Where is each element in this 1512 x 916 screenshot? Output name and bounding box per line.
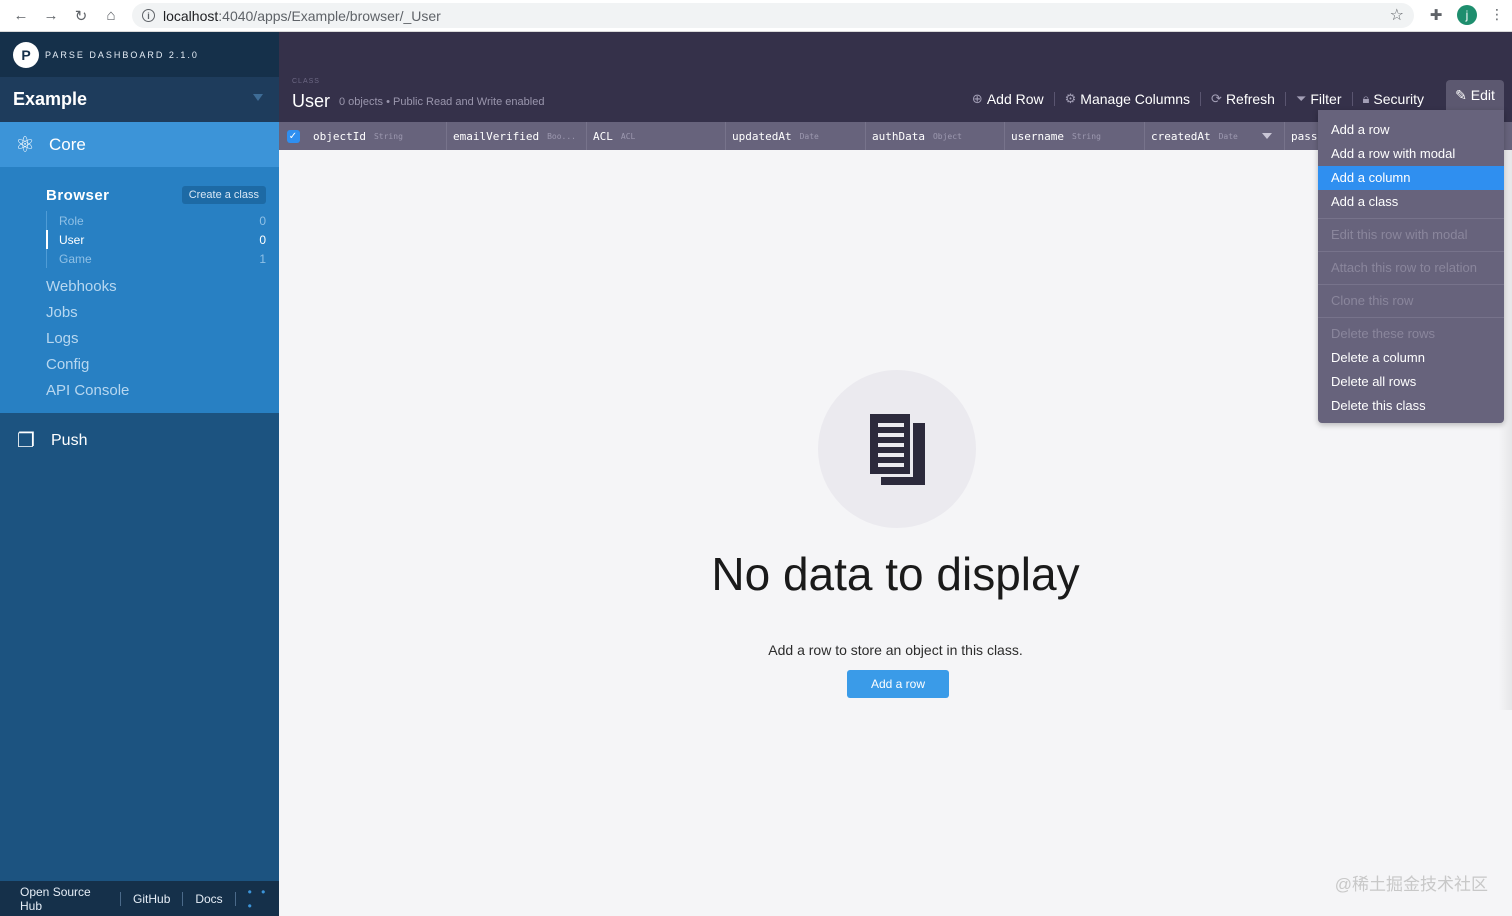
forward-icon[interactable]: → xyxy=(36,1,66,31)
url-host: localhost xyxy=(163,7,219,24)
menu-item-delete-all-rows[interactable]: Delete all rows xyxy=(1318,370,1504,394)
sidebar: P PARSE DASHBOARD 2.1.0 Example ⚛ Core B… xyxy=(0,32,279,916)
sidebar-item-api-console[interactable]: API Console xyxy=(0,378,279,404)
browser-row: Browser Create a class xyxy=(0,185,279,205)
column-header-username[interactable]: username String xyxy=(1005,122,1145,150)
core-label: Core xyxy=(49,134,86,154)
footer-link-docs[interactable]: Docs xyxy=(195,892,222,906)
menu-item-delete-class[interactable]: Delete this class xyxy=(1318,394,1504,418)
column-header-emailverified[interactable]: emailVerified Boo... xyxy=(447,122,587,150)
reload-icon[interactable]: ↻ xyxy=(66,1,96,31)
bookmark-star-icon[interactable]: ☆ xyxy=(1390,5,1404,25)
brand-version: PARSE DASHBOARD 2.1.0 xyxy=(45,49,199,60)
gear-icon: ⚙ xyxy=(1064,91,1077,106)
footer-divider xyxy=(182,891,184,906)
menu-item-add-column[interactable]: Add a column xyxy=(1318,166,1504,190)
sidebar-item-browser[interactable]: Browser xyxy=(46,187,110,204)
class-meta: 0 objects • Public Read and Write enable… xyxy=(339,96,545,108)
sort-descending-icon[interactable] xyxy=(1261,133,1272,139)
menu-item-clone-row: Clone this row xyxy=(1331,293,1414,308)
class-item-user[interactable]: User 0 xyxy=(46,230,266,249)
menu-divider xyxy=(1318,284,1504,285)
extensions-icon[interactable]: ✚ xyxy=(1426,6,1446,26)
manage-columns-button[interactable]: ⚙ Manage Columns xyxy=(1055,90,1200,108)
column-header-authdata[interactable]: authData Object xyxy=(866,122,1005,150)
parse-logo-icon[interactable]: P xyxy=(13,41,39,68)
core-subnav: Browser Create a class Role 0 User 0 Game 1… xyxy=(0,167,279,413)
edit-icon: ✎ xyxy=(1455,86,1467,103)
footer-link-github[interactable]: GitHub xyxy=(133,892,170,906)
sidebar-item-jobs[interactable]: Jobs xyxy=(0,300,279,326)
add-row-cta-button[interactable]: Add a row xyxy=(847,670,949,698)
add-row-button[interactable]: ⊕ Add Row xyxy=(962,90,1054,108)
chevron-down-icon xyxy=(253,94,263,101)
app-name: Example xyxy=(13,89,88,109)
plus-circle-icon: ⊕ xyxy=(971,91,983,106)
check-icon: ✓ xyxy=(286,129,300,143)
column-header-updatedat[interactable]: updatedAt Date xyxy=(726,122,866,150)
menu-item-edit-row-with-modal: Edit this row with modal xyxy=(1331,227,1468,242)
push-label: Push xyxy=(51,432,88,449)
back-icon[interactable]: ← xyxy=(6,1,36,31)
class-item-game[interactable]: Game 1 xyxy=(47,249,266,268)
refresh-button[interactable]: ⟳ Refresh xyxy=(1201,90,1285,108)
brand-bar: P PARSE DASHBOARD 2.1.0 xyxy=(0,32,279,77)
column-header-objectid[interactable]: objectId String xyxy=(307,122,447,150)
address-bar[interactable]: i localhost:4040/apps/Example/browser/_U… xyxy=(132,3,1414,28)
menu-item-delete-column[interactable]: Delete a column xyxy=(1318,346,1504,370)
empty-state-icon-circle xyxy=(818,370,976,528)
document-icon xyxy=(867,411,927,487)
browser-menu-icon[interactable]: ⋮ xyxy=(1490,6,1504,23)
empty-state-title: No data to display xyxy=(711,548,1080,600)
sidebar-section-push[interactable]: ❐ Push xyxy=(0,416,279,466)
toolbar-actions: ⊕ Add Row ⚙ Manage Columns ⟳ Refresh ⏷ Filte… xyxy=(962,90,1500,108)
sidebar-section-core[interactable]: ⚛ Core xyxy=(0,122,279,167)
sidebar-item-webhooks[interactable]: Webhooks xyxy=(0,274,279,300)
toolbar-subtitle: CLASS xyxy=(292,78,320,85)
menu-item-add-row-with-modal[interactable]: Add a row with modal xyxy=(1318,142,1504,166)
class-item-role[interactable]: Role 0 xyxy=(47,211,266,230)
url-path: :4040/apps/Example/browser/_User xyxy=(218,7,441,24)
menu-divider xyxy=(1318,251,1504,252)
menu-item-add-row[interactable]: Add a row xyxy=(1318,118,1504,142)
atom-icon: ⚛ xyxy=(15,131,35,157)
core-nav-links: Webhooks Jobs Logs Config API Console xyxy=(0,274,279,404)
watermark: @稀土掘金技术社区 xyxy=(1334,875,1488,894)
sidebar-item-logs[interactable]: Logs xyxy=(0,326,279,352)
select-all-checkbox[interactable]: ✓ xyxy=(279,122,307,150)
refresh-icon: ⟳ xyxy=(1211,91,1222,106)
edit-dropdown-menu: Add a row Add a row with modal Add a col… xyxy=(1318,110,1504,423)
edit-button[interactable]: ✎ Edit xyxy=(1446,80,1504,110)
site-info-icon[interactable]: i xyxy=(142,9,155,22)
lock-icon: 🔒︎ xyxy=(1362,91,1370,106)
filter-button[interactable]: ⏷ Filter xyxy=(1286,90,1352,108)
column-header-createdat[interactable]: createdAt Date xyxy=(1145,122,1285,150)
browser-chrome: ← → ↻ ⌂ i localhost:4040/apps/Example/br… xyxy=(0,0,1512,32)
menu-item-add-class[interactable]: Add a class xyxy=(1318,190,1504,214)
sidebar-footer: Open Source Hub GitHub Docs • • • xyxy=(0,881,279,916)
home-icon[interactable]: ⌂ xyxy=(96,1,126,31)
menu-divider xyxy=(1318,317,1504,318)
create-class-button[interactable]: Create a class xyxy=(181,186,266,204)
menu-item-delete-rows: Delete these rows xyxy=(1331,326,1436,341)
filter-icon: ⏷ xyxy=(1295,91,1307,106)
page-title: User xyxy=(292,91,331,111)
menu-divider xyxy=(1318,218,1504,219)
sidebar-item-config[interactable]: Config xyxy=(0,352,279,378)
security-button[interactable]: 🔒︎ Security xyxy=(1353,90,1435,108)
menu-item-attach-row-to-relation: Attach this row to relation xyxy=(1331,260,1477,275)
footer-divider xyxy=(234,891,236,906)
empty-state-description: Add a row to store an object in this cla… xyxy=(768,642,1023,658)
column-header-acl[interactable]: ACL ACL xyxy=(587,122,726,150)
profile-avatar[interactable]: j xyxy=(1457,5,1477,25)
class-toolbar: CLASS User 0 objects • Public Read and W… xyxy=(279,32,1512,122)
class-list: Role 0 User 0 Game 1 xyxy=(46,211,266,268)
footer-divider xyxy=(120,891,122,906)
more-icon[interactable]: • • • xyxy=(248,885,279,913)
push-notification-icon: ❐ xyxy=(17,430,35,452)
footer-link-open-source-hub[interactable]: Open Source Hub xyxy=(20,885,108,913)
app-selector[interactable]: Example xyxy=(0,77,279,122)
